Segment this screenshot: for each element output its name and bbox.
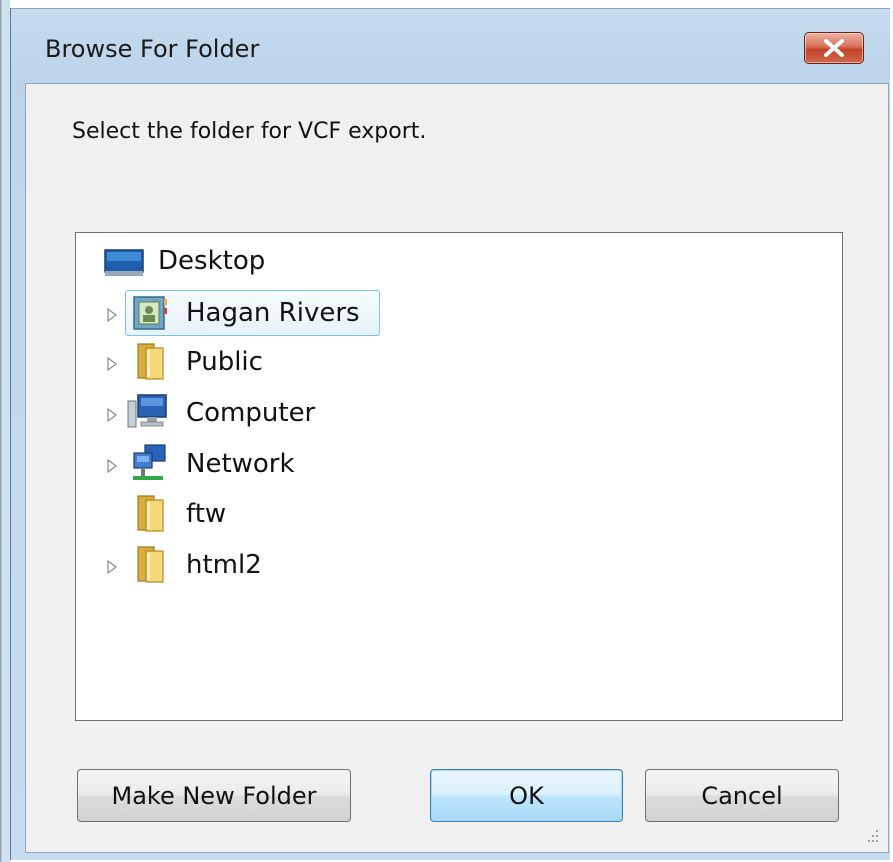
- resize-grip-icon[interactable]: [862, 826, 882, 846]
- close-icon: [824, 39, 844, 57]
- folder-tree-view[interactable]: Desktop Hagan Rivers Public Computer Net…: [75, 232, 843, 721]
- cancel-button[interactable]: Cancel: [645, 769, 839, 822]
- title-bar[interactable]: Browse For Folder: [11, 9, 889, 83]
- browse-for-folder-dialog: Browse For Folder Select the folder for …: [10, 8, 890, 860]
- close-button[interactable]: [804, 32, 864, 64]
- tree-item-label: Hagan Rivers: [186, 298, 360, 328]
- folder-icon: [134, 545, 166, 587]
- tree-item-label: Public: [186, 347, 263, 377]
- background-window-edge: [0, 0, 10, 862]
- ok-button[interactable]: OK: [430, 769, 623, 822]
- tree-item-network[interactable]: Network: [76, 441, 842, 485]
- tree-item-label: Network: [186, 449, 295, 479]
- folder-icon: [134, 342, 166, 384]
- tree-item-computer[interactable]: Computer: [76, 391, 842, 435]
- tree-item-public[interactable]: Public: [76, 340, 842, 384]
- network-icon: [131, 443, 169, 487]
- expand-arrow-icon[interactable]: [106, 458, 118, 474]
- tree-item-desktop[interactable]: Desktop: [76, 239, 842, 283]
- expand-arrow-icon[interactable]: [106, 407, 118, 423]
- dialog-client-area: Select the folder for VCF export. Deskto…: [25, 83, 889, 853]
- tree-item-ftw[interactable]: ftw: [76, 492, 842, 536]
- expand-arrow-icon[interactable]: [106, 307, 118, 323]
- tree-item-label: html2: [186, 550, 262, 580]
- window-title: Browse For Folder: [45, 35, 260, 63]
- folder-icon: [134, 494, 166, 536]
- user-folder-icon: [131, 294, 169, 336]
- tree-item-label: ftw: [186, 499, 227, 529]
- tree-item-label: Desktop: [158, 246, 266, 276]
- tree-item-hagan-rivers[interactable]: Hagan Rivers: [76, 290, 842, 336]
- computer-icon: [126, 393, 170, 435]
- instruction-text: Select the folder for VCF export.: [72, 119, 427, 144]
- tree-item-label: Computer: [186, 398, 316, 428]
- make-new-folder-button[interactable]: Make New Folder: [77, 769, 351, 822]
- expand-arrow-icon[interactable]: [106, 356, 118, 372]
- desktop-icon: [104, 249, 144, 281]
- tree-item-html2[interactable]: html2: [76, 543, 842, 587]
- expand-arrow-icon[interactable]: [106, 559, 118, 575]
